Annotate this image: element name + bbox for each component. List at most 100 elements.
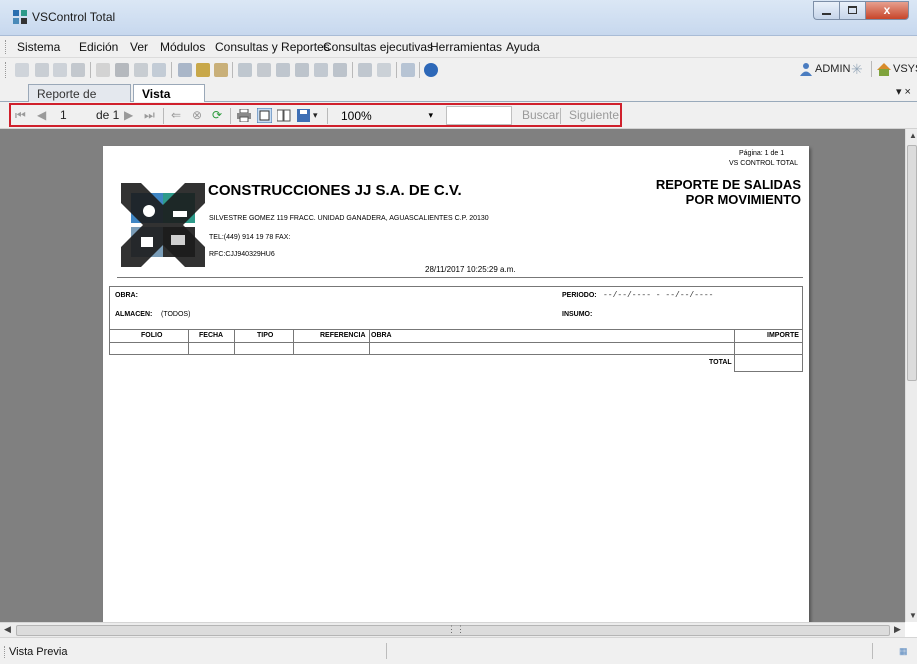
- paste-icon[interactable]: [214, 63, 228, 77]
- mail-icon[interactable]: [401, 63, 415, 77]
- filter-icon[interactable]: [238, 63, 252, 77]
- status-text: Vista Previa: [9, 646, 68, 658]
- sort-icon[interactable]: [276, 63, 290, 77]
- total-box-bottom: [734, 371, 803, 372]
- search-button[interactable]: Buscar: [522, 108, 559, 122]
- scroll-down-icon[interactable]: ▼: [909, 611, 917, 620]
- chevron-down-icon: ▾: [428, 110, 433, 120]
- col-importe: IMPORTE: [767, 332, 799, 339]
- cut-icon[interactable]: [178, 63, 192, 77]
- scroll-grip-icon: ⋮⋮: [447, 624, 465, 634]
- status-separator: [872, 643, 873, 659]
- export-icon[interactable]: [134, 63, 148, 77]
- scroll-left-icon[interactable]: ◀: [4, 624, 11, 635]
- open-icon[interactable]: [35, 63, 49, 77]
- periodo-value: --/--/---- - --/--/----: [603, 291, 714, 300]
- obra-label: OBRA:: [115, 292, 138, 299]
- print-icon[interactable]: [237, 109, 251, 122]
- horizontal-scrollbar[interactable]: ◀ ⋮⋮ ▶: [0, 622, 905, 637]
- col-obra: OBRA: [371, 332, 392, 339]
- search-input[interactable]: [446, 106, 512, 125]
- menu-ver[interactable]: Ver: [130, 40, 148, 54]
- menu-consultas-reportes[interactable]: Consultas y Reportes: [215, 40, 330, 54]
- first-page-button[interactable]: ⏮: [15, 108, 26, 123]
- columns-icon[interactable]: [333, 63, 347, 77]
- toolbar-separator: [90, 62, 91, 78]
- next-match-button[interactable]: Siguiente: [569, 108, 619, 122]
- last-page-button[interactable]: ⏭: [144, 108, 155, 123]
- tab-reporte-de-salidas[interactable]: Reporte de salidas: [28, 84, 131, 115]
- menu-herramientas[interactable]: Herramientas: [430, 40, 502, 54]
- loading-spinner-icon: ✳: [851, 61, 863, 77]
- table-icon[interactable]: [377, 63, 391, 77]
- table-col-divider: [802, 329, 803, 372]
- stop-icon[interactable]: ⊗: [192, 108, 202, 122]
- menu-grip: [5, 40, 7, 54]
- filter-box-top: [109, 286, 803, 287]
- close-button[interactable]: x: [865, 1, 909, 20]
- back-icon[interactable]: ⇐: [171, 108, 181, 122]
- menu-consultas-ejecutivas[interactable]: Consultas ejecutivas: [323, 40, 433, 54]
- tab-controls[interactable]: ▾ ×: [896, 85, 911, 98]
- table-col-divider: [188, 329, 189, 354]
- save-all-icon[interactable]: [71, 63, 85, 77]
- user-label[interactable]: ADMIN: [815, 63, 850, 75]
- group-icon[interactable]: [295, 63, 309, 77]
- status-separator: [386, 643, 387, 659]
- almacen-label: ALMACEN:: [115, 311, 153, 318]
- help-icon[interactable]: [424, 63, 438, 77]
- page-layout-icon[interactable]: [277, 109, 291, 122]
- vertical-scroll-thumb[interactable]: [907, 145, 917, 381]
- table-col-divider: [109, 329, 110, 354]
- report-preview-area[interactable]: Página: 1 de 1 VS CONTROL TOTAL CONSTRUC…: [0, 129, 905, 622]
- copy-icon[interactable]: [196, 63, 210, 77]
- periodo-label: PERIODO:: [562, 292, 597, 299]
- save-icon[interactable]: [53, 63, 67, 77]
- toolbar-separator: [163, 108, 164, 124]
- main-toolbar: ADMIN ✳ VSYS: [0, 58, 917, 82]
- scroll-up-icon[interactable]: ▲: [909, 131, 917, 140]
- horizontal-scroll-thumb[interactable]: ⋮⋮: [16, 624, 890, 636]
- save-icon[interactable]: [297, 109, 311, 122]
- refresh-icon[interactable]: ⟳: [212, 108, 222, 122]
- prev-page-button[interactable]: ◀: [37, 108, 46, 122]
- insumo-label: INSUMO:: [562, 311, 593, 318]
- chevron-down-icon[interactable]: ▾: [313, 110, 318, 121]
- title-bar: VSControl Total x: [0, 0, 917, 36]
- vertical-scrollbar[interactable]: ▲ ▼: [905, 129, 917, 622]
- company-label[interactable]: VSYS: [893, 63, 917, 75]
- report-page: Página: 1 de 1 VS CONTROL TOTAL CONSTRUC…: [103, 146, 809, 622]
- status-bar: Vista Previa ▦: [0, 637, 917, 664]
- toolbar-separator: [232, 62, 233, 78]
- layout-icon[interactable]: [358, 63, 372, 77]
- menu-modulos[interactable]: Módulos: [160, 40, 205, 54]
- menu-sistema[interactable]: Sistema: [17, 40, 60, 54]
- next-page-button[interactable]: ▶: [124, 108, 133, 122]
- preview-toolbar: ⏮ ◀ 1 de 1 ▶ ⏭ ⇐ ⊗ ⟳ ▾ 100% ▾ Buscar Sig…: [0, 102, 917, 129]
- maximize-button[interactable]: [839, 1, 865, 20]
- almacen-value: (TODOS): [161, 311, 191, 318]
- tab-vista-previa[interactable]: Vista Previa: [133, 84, 205, 115]
- scroll-right-icon[interactable]: ▶: [894, 624, 901, 635]
- toolbar-separator: [327, 108, 328, 124]
- email-icon[interactable]: [152, 63, 166, 77]
- find-icon[interactable]: [96, 63, 110, 77]
- toolbar-separator: [419, 62, 420, 78]
- minimize-button[interactable]: [813, 1, 839, 20]
- page-setup-icon[interactable]: [257, 108, 272, 123]
- new-icon[interactable]: [15, 63, 29, 77]
- print-icon[interactable]: [115, 63, 129, 77]
- toolbar-separator: [560, 108, 561, 124]
- menu-ayuda[interactable]: Ayuda: [506, 40, 540, 54]
- report-title-line2: POR MOVIMIENTO: [685, 192, 801, 207]
- grid-icon[interactable]: [257, 63, 271, 77]
- table-col-divider: [234, 329, 235, 354]
- toolbar-separator: [171, 62, 172, 78]
- format-icon[interactable]: [314, 63, 328, 77]
- current-page-field[interactable]: 1: [60, 108, 67, 122]
- table-row-bottom: [109, 354, 803, 355]
- report-datetime: 28/11/2017 10:25:29 a.m.: [425, 265, 516, 274]
- col-fecha: FECHA: [199, 332, 224, 339]
- zoom-select[interactable]: 100% ▾: [335, 106, 439, 125]
- menu-edicion[interactable]: Edición: [79, 40, 118, 54]
